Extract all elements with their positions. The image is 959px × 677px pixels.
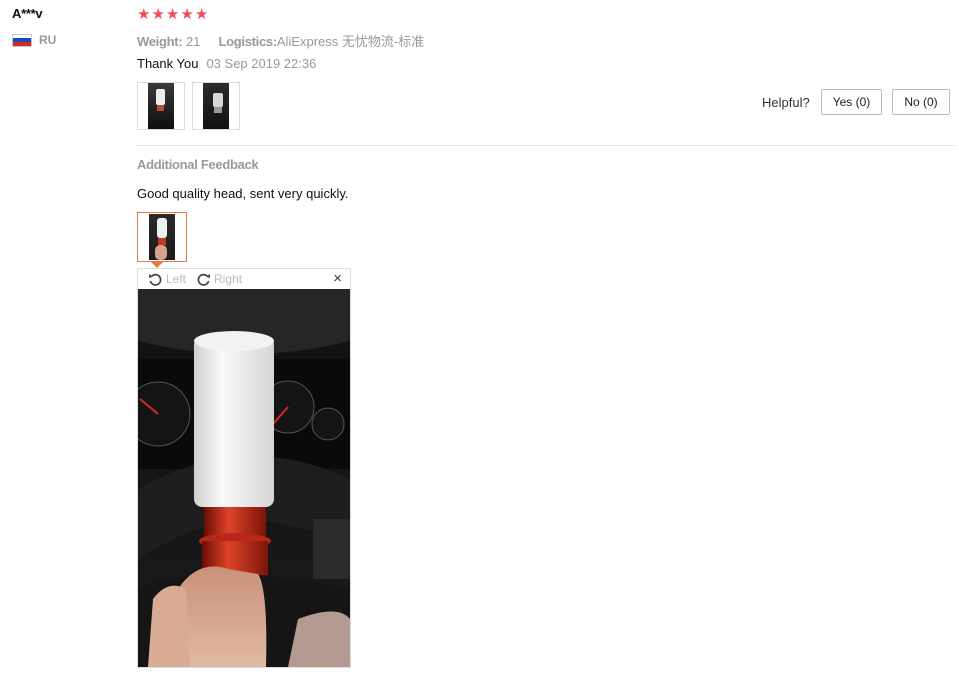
rotate-left-icon <box>148 273 162 286</box>
star-icon: ★ <box>137 6 151 23</box>
review-text-line: Thank You 03 Sep 2019 22:36 <box>137 56 316 71</box>
star-icon: ★ <box>165 6 180 23</box>
country-code: RU <box>39 33 57 47</box>
review-photo-thumb-2[interactable] <box>192 82 240 130</box>
logistics-value: AliExpress 无忧物流-标准 <box>276 34 425 49</box>
russia-flag-icon <box>12 33 32 47</box>
rotate-right-icon <box>197 273 211 286</box>
close-icon[interactable]: × <box>333 271 342 287</box>
review-text: Thank You <box>137 56 199 71</box>
additional-feedback-title: Additional Feedback <box>137 157 259 172</box>
rotate-left-button[interactable]: Left <box>148 272 186 287</box>
star-icon: ★ <box>194 6 209 23</box>
helpful-yes-button[interactable]: Yes (0) <box>821 89 882 115</box>
reviewer-name: A***v <box>12 6 43 21</box>
additional-feedback-text: Good quality head, sent very quickly. <box>137 186 349 201</box>
star-rating: ★ ★ ★ ★ ★ <box>137 6 208 24</box>
rotate-left-label: Left <box>166 272 187 286</box>
weight-value: 21 <box>185 34 201 49</box>
logistics-label: Logistics: <box>218 34 277 49</box>
review-date: 03 Sep 2019 22:36 <box>206 56 317 71</box>
star-icon: ★ <box>180 6 194 23</box>
helpful-no-button[interactable]: No (0) <box>892 89 950 115</box>
weight-label: Weight: <box>137 34 183 49</box>
review-photo-thumb-1[interactable] <box>137 82 185 130</box>
review-photo-large <box>138 289 350 667</box>
rotate-right-label: Right <box>214 272 243 286</box>
viewer-toolbar: Left Right × <box>138 269 350 289</box>
helpful-label: Helpful? <box>762 95 810 110</box>
additional-photo-thumb[interactable] <box>137 212 187 262</box>
reviewer-country: RU <box>12 33 56 47</box>
star-icon: ★ <box>151 6 165 23</box>
image-viewer: Left Right × <box>137 268 351 668</box>
rotate-right-button[interactable]: Right <box>196 272 242 287</box>
order-info: Weight: 21 Logistics:AliExpress 无忧物流-标准 <box>137 31 424 50</box>
divider <box>137 145 956 146</box>
